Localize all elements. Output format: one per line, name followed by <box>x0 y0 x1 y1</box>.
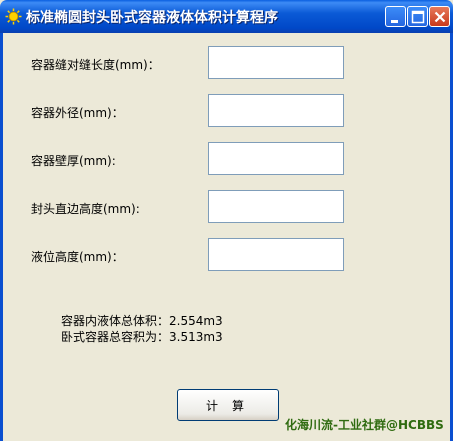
total-volume-result: 卧式容器总容积为：3.513m3 <box>61 330 223 344</box>
wall-thickness-input[interactable] <box>208 142 344 175</box>
calculate-button[interactable]: 计算 <box>177 389 279 421</box>
watermark-text: 化海川流-工业社群@HCBBS <box>285 418 444 432</box>
seam-length-input[interactable] <box>208 46 344 79</box>
outer-diameter-label: 容器外径(mm)： <box>31 106 124 120</box>
maximize-icon <box>411 10 425 24</box>
close-button[interactable] <box>429 6 450 27</box>
liquid-level-label: 液位高度(mm)： <box>31 250 124 264</box>
seam-length-label: 容器缝对缝长度(mm)： <box>31 58 160 72</box>
window-title: 标准椭圆封头卧式容器液体体积计算程序 <box>26 10 278 26</box>
window-border-left <box>0 33 3 441</box>
liquid-level-input[interactable] <box>208 238 344 271</box>
app-icon <box>5 8 22 25</box>
close-icon <box>434 11 446 23</box>
maximize-button[interactable] <box>407 6 428 27</box>
title-bar[interactable]: 标准椭圆封头卧式容器液体体积计算程序 <box>0 0 453 33</box>
liquid-volume-result: 容器内液体总体积：2.554m3 <box>61 314 223 328</box>
minimize-icon <box>391 20 398 23</box>
head-straight-height-input[interactable] <box>208 190 344 223</box>
minimize-button[interactable] <box>385 6 406 27</box>
outer-diameter-input[interactable] <box>208 94 344 127</box>
wall-thickness-label: 容器壁厚(mm): <box>31 154 116 168</box>
app-window: 标准椭圆封头卧式容器液体体积计算程序 容器缝对缝长度(mm)： 容器外径(mm)… <box>0 0 453 441</box>
head-straight-height-label: 封头直边高度(mm): <box>31 202 140 216</box>
